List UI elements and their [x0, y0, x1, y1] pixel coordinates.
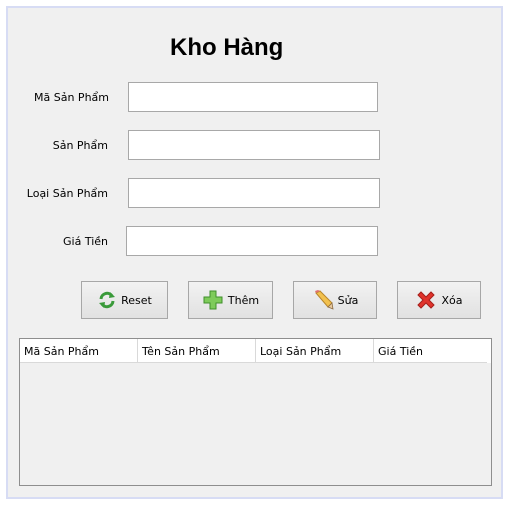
product-code-input[interactable]: [128, 82, 378, 112]
column-header-type[interactable]: Loại Sản Phẩm: [256, 339, 374, 363]
add-button[interactable]: Thêm: [188, 281, 273, 319]
page-title: Kho Hàng: [170, 34, 284, 61]
column-header-name[interactable]: Tên Sản Phẩm: [138, 339, 256, 363]
product-type-input[interactable]: [128, 178, 380, 208]
refresh-icon: [99, 291, 116, 309]
reset-button-label: Reset: [121, 293, 152, 307]
pencil-icon: [314, 290, 334, 310]
delete-button[interactable]: Xóa: [397, 281, 481, 319]
product-code-label: Mã Sản Phẩm: [34, 91, 109, 104]
add-button-label: Thêm: [227, 293, 260, 307]
product-name-input[interactable]: [128, 130, 380, 160]
products-table[interactable]: Mã Sản Phẩm Tên Sản Phẩm Loại Sản Phẩm G…: [19, 338, 492, 486]
table-header: Mã Sản Phẩm Tên Sản Phẩm Loại Sản Phẩm G…: [20, 339, 491, 363]
price-input[interactable]: [126, 226, 378, 256]
edit-button[interactable]: Sửa: [293, 281, 377, 319]
delete-button-label: Xóa: [441, 293, 463, 307]
price-label: Giá Tiền: [63, 235, 108, 248]
column-header-price[interactable]: Giá Tiền: [374, 339, 487, 363]
reset-button[interactable]: Reset: [81, 281, 168, 319]
product-type-label: Loại Sản Phẩm: [26, 187, 108, 200]
product-name-label: Sản Phẩm: [52, 139, 108, 152]
x-icon: [417, 291, 436, 309]
edit-button-label: Sửa: [337, 293, 359, 307]
column-header-code[interactable]: Mã Sản Phẩm: [20, 339, 138, 363]
plus-icon: [203, 290, 223, 310]
